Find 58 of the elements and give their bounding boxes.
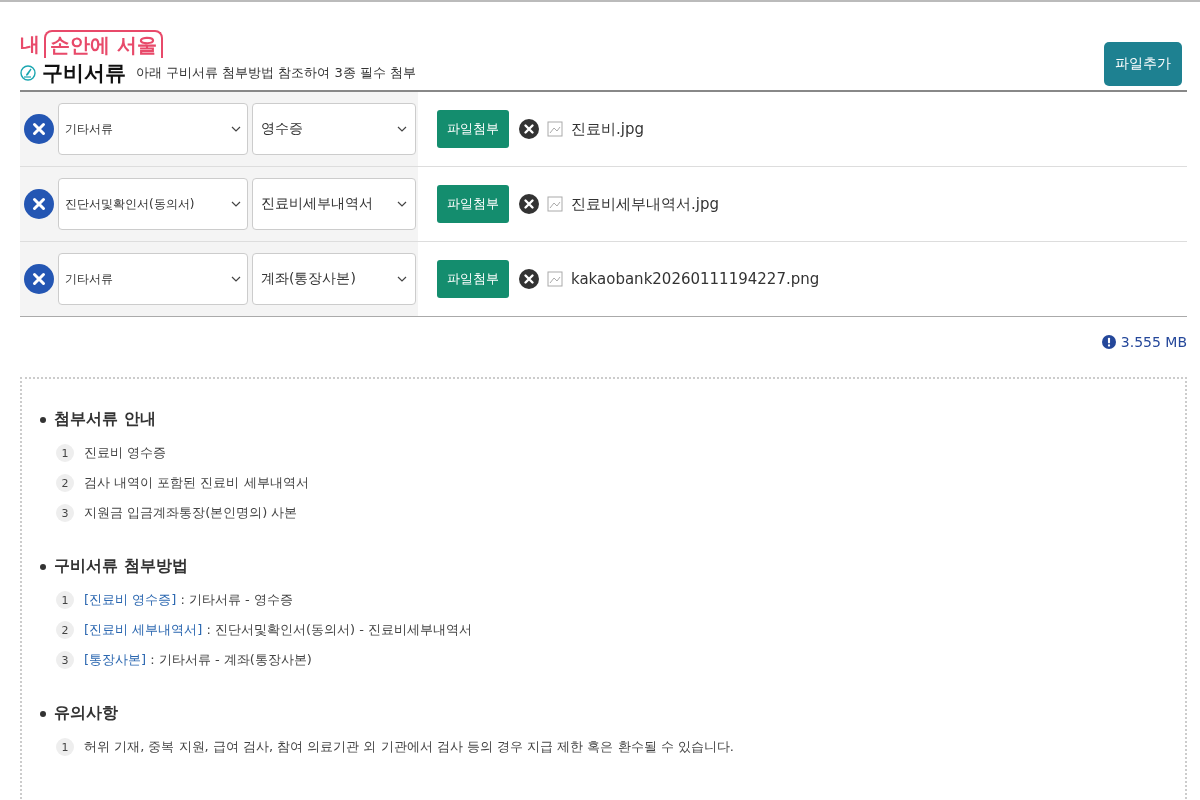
- chevron-icon: [231, 201, 241, 207]
- section-title: 구비서류: [42, 60, 126, 87]
- chevron-icon: [397, 126, 407, 132]
- image-icon: [547, 121, 563, 137]
- guide-text: [진료비 영수증] : 기타서류 - 영수증: [84, 591, 293, 609]
- logo-text: 손안에 서울: [44, 30, 163, 58]
- remove-row-icon[interactable]: [24, 189, 54, 219]
- chevron-icon: [397, 201, 407, 207]
- remove-file-icon[interactable]: [519, 119, 539, 139]
- attach-file-button[interactable]: 파일첨부: [437, 260, 509, 298]
- attach-file-button[interactable]: 파일첨부: [437, 110, 509, 148]
- remove-row-icon[interactable]: [24, 114, 54, 144]
- number-badge: 1: [56, 738, 74, 756]
- guide-link[interactable]: [통장사본]: [84, 652, 147, 667]
- bullet-icon: [40, 416, 46, 423]
- bullet-icon: [40, 563, 46, 570]
- chevron-icon: [397, 276, 407, 282]
- category-select[interactable]: 기타서류: [58, 103, 248, 155]
- image-icon: [547, 196, 563, 212]
- logo-text: 내: [20, 31, 40, 58]
- bullet-icon: [40, 710, 46, 717]
- number-badge: 2: [56, 474, 74, 492]
- document-select[interactable]: 계좌(통장사본): [252, 253, 416, 305]
- file-name[interactable]: 진료비.jpg: [571, 119, 644, 139]
- pen-icon: [20, 65, 36, 81]
- guide-heading: 첨부서류 안내: [54, 409, 156, 430]
- number-badge: 1: [56, 444, 74, 462]
- remove-file-icon[interactable]: [519, 269, 539, 289]
- number-badge: 2: [56, 621, 74, 639]
- file-name[interactable]: kakaobank20260111194227.png: [571, 270, 820, 288]
- add-file-button[interactable]: 파일추가: [1104, 42, 1182, 86]
- guide-text: 허위 기재, 중복 지원, 급여 검사, 참여 의료기관 외 기관에서 검사 등의 경우 지급 제한 혹은 환수될 수 있습니다.: [84, 738, 734, 756]
- chevron-icon: [231, 126, 241, 132]
- guide-text: 검사 내역이 포함된 진료비 세부내역서: [84, 474, 309, 492]
- number-badge: 3: [56, 651, 74, 669]
- document-select[interactable]: 진료비세부내역서: [252, 178, 416, 230]
- chevron-icon: [231, 276, 241, 282]
- document-select[interactable]: 영수증: [252, 103, 416, 155]
- number-badge: 3: [56, 504, 74, 522]
- guide-heading: 유의사항: [54, 703, 118, 724]
- guide-text: [통장사본] : 기타서류 - 계좌(통장사본): [84, 651, 312, 669]
- attach-file-button[interactable]: 파일첨부: [437, 185, 509, 223]
- guide-heading: 구비서류 첨부방법: [54, 556, 188, 577]
- category-select[interactable]: 진단서및확인서(동의서): [58, 178, 248, 230]
- alert-icon: [1101, 335, 1116, 349]
- file-name[interactable]: 진료비세부내역서.jpg: [571, 194, 719, 214]
- category-select[interactable]: 기타서류: [58, 253, 248, 305]
- remove-row-icon[interactable]: [24, 264, 54, 294]
- total-size: 3.555 MB: [1120, 334, 1187, 350]
- section-subtitle: 아래 구비서류 첨부방법 참조하여 3종 필수 첨부: [136, 64, 417, 82]
- guide-text: 지원금 입금계좌통장(본인명의) 사본: [84, 504, 298, 522]
- guide-text: 진료비 영수증: [84, 444, 167, 462]
- remove-file-icon[interactable]: [519, 194, 539, 214]
- guide-text: [진료비 세부내역서] : 진단서및확인서(동의서) - 진료비세부내역서: [84, 621, 473, 639]
- guide-link[interactable]: [진료비 영수증]: [84, 592, 177, 607]
- number-badge: 1: [56, 591, 74, 609]
- image-icon: [547, 271, 563, 287]
- guide-link[interactable]: [진료비 세부내역서]: [84, 622, 203, 637]
